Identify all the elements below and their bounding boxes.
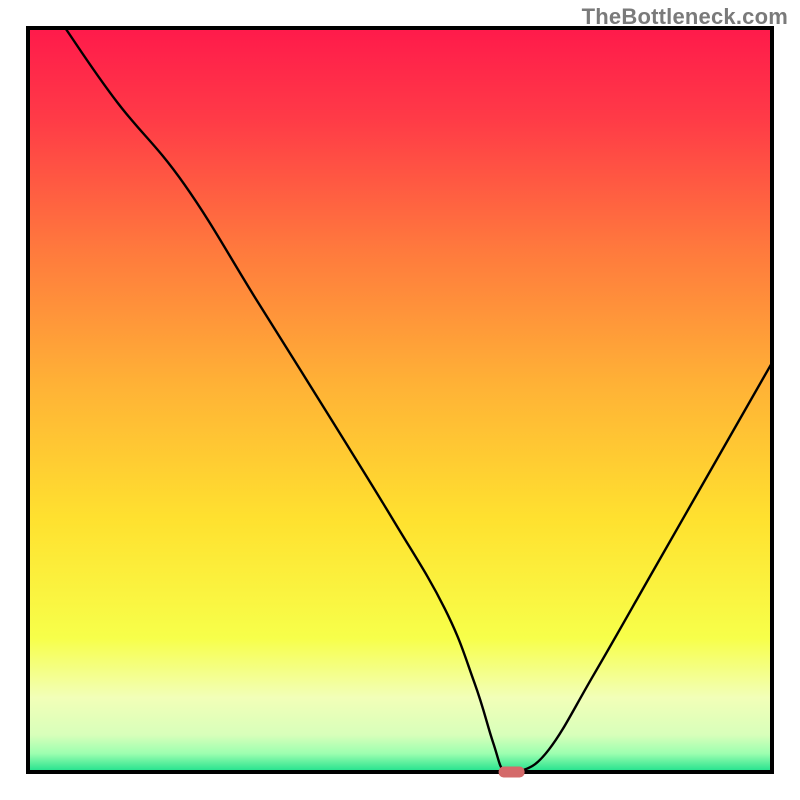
watermark-text: TheBottleneck.com xyxy=(582,4,788,30)
chart-wrap: TheBottleneck.com xyxy=(0,0,800,800)
min-marker xyxy=(499,767,525,778)
plot-background xyxy=(28,28,772,772)
bottleneck-chart xyxy=(0,0,800,800)
